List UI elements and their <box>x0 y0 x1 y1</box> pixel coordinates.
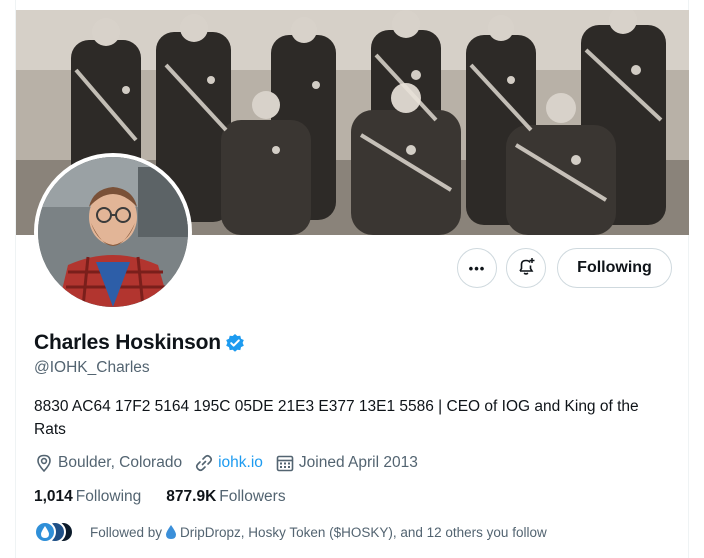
followed-by-prefix: Followed by <box>90 524 163 540</box>
name-row: Charles Hoskinson <box>34 331 245 355</box>
calendar-icon <box>276 455 294 472</box>
avatar <box>34 521 56 543</box>
followed-by-names: DripDropz, Hosky Token ($HOSKY), and 12 … <box>180 524 547 540</box>
location-item: Boulder, Colorado <box>34 453 182 473</box>
user-handle: @IOHK_Charles <box>34 359 150 376</box>
followers-stat[interactable]: 877.9K Followers <box>166 488 285 506</box>
following-stat[interactable]: 1,014 Following <box>34 488 141 506</box>
following-stat-label: Following <box>75 488 142 505</box>
following-button[interactable]: Following <box>557 248 672 288</box>
followers-count: 877.9K <box>166 488 217 505</box>
avatar-photo <box>38 157 188 307</box>
notifications-button[interactable] <box>506 248 546 288</box>
followers-stat-label: Followers <box>219 488 286 505</box>
website-link[interactable]: iohk.io <box>218 454 263 472</box>
link-icon <box>196 454 213 472</box>
display-name: Charles Hoskinson <box>34 331 221 354</box>
follow-stats: 1,014 Following 877.9K Followers <box>34 488 311 506</box>
website-item: iohk.io <box>194 453 263 473</box>
joined-text: Joined April 2013 <box>298 454 418 471</box>
more-options-button[interactable]: ••• <box>457 248 497 288</box>
following-count: 1,014 <box>34 488 73 505</box>
water-drop-icon <box>165 524 177 540</box>
location-pin-icon <box>37 454 51 473</box>
location-text: Boulder, Colorado <box>58 454 183 471</box>
more-icon: ••• <box>468 260 486 276</box>
profile-bio: 8830 AC64 17F2 5164 195C 05DE 21E3 E377 … <box>34 398 639 438</box>
water-drop-icon <box>41 526 49 538</box>
profile-meta: Boulder, Colorado iohk.io Joined April 2… <box>34 453 430 473</box>
followed-by-row[interactable]: Followed by DripDropz, Hosky Token ($HOS… <box>34 521 547 543</box>
joined-item: Joined April 2013 <box>275 453 418 473</box>
profile-avatar[interactable] <box>34 153 192 311</box>
followed-by-avatars <box>34 521 80 543</box>
bell-plus-icon <box>516 256 536 281</box>
verified-badge-icon[interactable] <box>225 333 245 353</box>
profile-card: ••• Following Charles Hoskinson @IOHK_Ch… <box>15 0 689 558</box>
following-button-label: Following <box>577 259 652 276</box>
